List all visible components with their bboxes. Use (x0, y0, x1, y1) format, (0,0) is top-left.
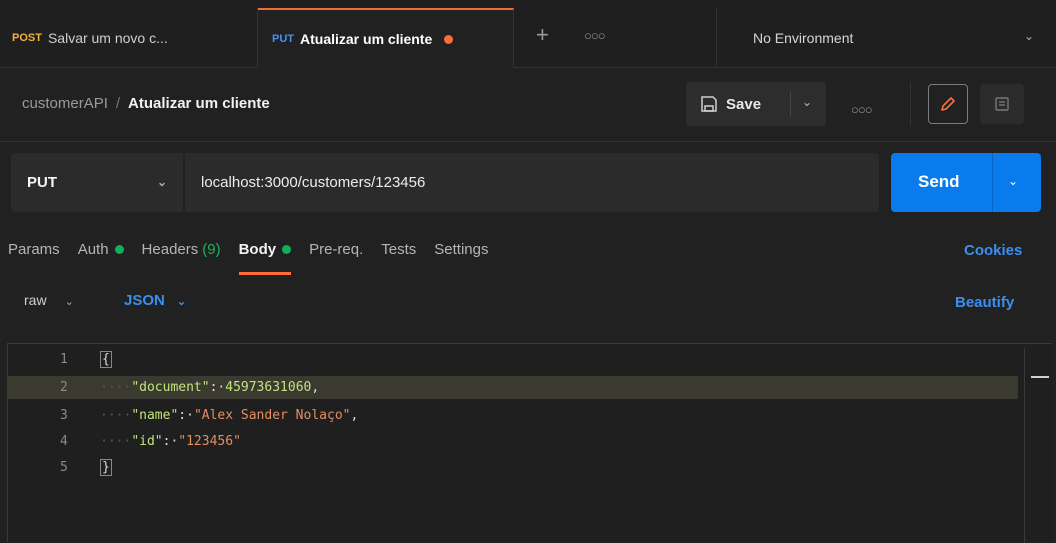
close-brace: } (100, 459, 112, 476)
json-value: "123456" (178, 434, 241, 449)
edit-pencil-button[interactable] (928, 84, 968, 124)
tab-title: Salvar um novo c... (47, 30, 168, 46)
tab-method-put: PUT (272, 33, 294, 45)
body-status-dot-icon (282, 244, 292, 254)
send-label: Send (918, 172, 960, 191)
tab-params-label: Params (8, 240, 60, 258)
tab-salvar-cliente[interactable]: POST Salvar um novo c... (8, 8, 258, 68)
tab-params[interactable]: Params (8, 238, 60, 260)
chevron-down-icon: ⌄ (176, 296, 187, 308)
header-divider (910, 82, 911, 126)
send-divider (992, 153, 993, 212)
tab-auth-label: Auth (77, 240, 109, 258)
tab-body-label: Body (238, 240, 277, 258)
json-value: 45973631060 (225, 380, 312, 395)
breadcrumb-request-name[interactable]: Atualizar um cliente (128, 95, 270, 112)
auth-status-dot-icon (114, 244, 124, 254)
new-tab-plus-icon[interactable]: + (536, 20, 549, 50)
tab-headers-label: Headers (141, 240, 199, 258)
body-language-select[interactable]: JSON ⌄ (124, 292, 186, 309)
tab-prereq[interactable]: Pre-req. (309, 238, 363, 260)
line-number: 5 (60, 460, 68, 475)
tab-body[interactable]: Body (238, 238, 292, 275)
tab-settings[interactable]: Settings (434, 238, 488, 260)
open-brace: { (100, 351, 112, 368)
tab-atualizar-cliente[interactable]: PUT Atualizar um cliente (258, 8, 514, 68)
tab-auth[interactable]: Auth (78, 238, 124, 260)
chevron-down-icon: ⌄ (64, 296, 74, 308)
beautify-link[interactable]: Beautify (955, 294, 1014, 311)
save-floppy-icon (701, 96, 717, 112)
tab-settings-label: Settings (434, 240, 489, 258)
code-line-highlighted: 2 ····"document":·45973631060, (8, 376, 1018, 399)
environment-selector[interactable]: No Environment ⌄ (716, 8, 1048, 68)
line-number: 1 (60, 352, 68, 367)
save-divider (790, 92, 791, 116)
line-number: 2 (60, 380, 68, 395)
chevron-down-icon: ⌄ (1023, 29, 1034, 43)
code-line: 3 ····"name":·"Alex Sander Nolaço", (60, 408, 359, 423)
url-value: localhost:3000/customers/123456 (201, 174, 426, 191)
body-mode-value: raw (24, 292, 47, 308)
body-language-value: JSON (124, 292, 165, 309)
breadcrumb: customerAPI / Atualizar um cliente (22, 95, 270, 112)
save-options-chevron-icon[interactable]: ⌄ (802, 95, 812, 109)
code-line: 4 ····"id":·"123456" (60, 434, 241, 449)
save-button[interactable]: Save ⌄ (686, 82, 826, 126)
json-key: "id" (131, 434, 163, 449)
unsaved-indicator-icon (444, 34, 454, 44)
json-key: "name" (131, 408, 179, 423)
comment-icon (995, 97, 1009, 111)
line-number: 3 (60, 408, 68, 423)
request-header: customerAPI / Atualizar um cliente Save ⌄ … (0, 68, 1056, 142)
active-tab-underline (238, 272, 292, 275)
tab-headers[interactable]: Headers (9) (142, 238, 221, 260)
editor-scrollbar[interactable] (1024, 348, 1053, 543)
cookies-link[interactable]: Cookies (964, 242, 1022, 259)
save-label: Save (726, 95, 762, 113)
breadcrumb-collection[interactable]: customerAPI (22, 95, 108, 112)
json-value: "Alex Sander Nolaço" (193, 408, 351, 423)
http-method-value: PUT (27, 174, 57, 191)
tab-tests[interactable]: Tests (381, 238, 416, 260)
send-options-chevron-icon[interactable]: ⌄ (1008, 174, 1018, 188)
comments-button[interactable] (980, 84, 1024, 124)
send-button[interactable]: Send ⌄ (891, 153, 1041, 212)
request-tab-strip: POST Salvar um novo c... PUT Atualizar u… (0, 0, 1056, 68)
tab-tests-label: Tests (381, 240, 417, 258)
pencil-icon (941, 97, 955, 111)
tab-prereq-label: Pre-req. (309, 240, 364, 258)
tabs-more-icon[interactable]: ○○○ (584, 28, 606, 43)
chevron-down-icon: ⌄ (156, 175, 167, 189)
more-actions-icon[interactable]: ○○○ (851, 102, 873, 117)
body-mode-select[interactable]: raw ⌄ (24, 292, 74, 308)
code-line: 5 } (8, 456, 1018, 479)
environment-label: No Environment (753, 30, 854, 46)
tab-method-post: POST (12, 32, 42, 44)
code-line: 1 { (8, 348, 1018, 371)
breadcrumb-separator: / (115, 95, 121, 112)
json-key: "document" (131, 380, 210, 395)
headers-count: (9) (202, 240, 221, 258)
tab-title: Atualizar um cliente (300, 31, 433, 47)
url-input[interactable]: localhost:3000/customers/123456 (185, 153, 879, 212)
request-options-tabs: Params Auth Headers (9) Body Pre-req. Tes… (8, 238, 507, 275)
http-method-select[interactable]: PUT ⌄ (11, 153, 183, 212)
body-code-editor[interactable]: 1 { 2 ····"document":·45973631060, 3 ···… (7, 343, 1053, 543)
line-number: 4 (60, 434, 68, 449)
scroll-position-marker (1031, 376, 1049, 378)
